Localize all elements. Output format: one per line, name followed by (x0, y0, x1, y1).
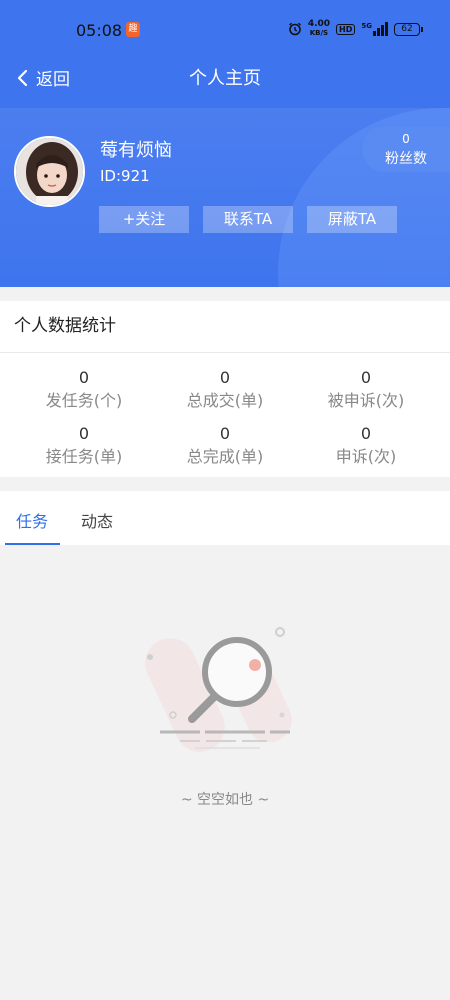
tab-activity[interactable]: 动态 (81, 508, 113, 532)
profile-actions: +关注 联系TA 屏蔽TA (99, 206, 397, 233)
fans-label: 粉丝数 (385, 151, 427, 167)
tab-tasks[interactable]: 任务 (16, 508, 48, 532)
stat-complaints: 0 申诉(次) (335, 424, 397, 466)
top-nav: 返回 个人主页 (0, 56, 450, 100)
signal-icon: 5G (361, 22, 388, 36)
status-bar: 05:08 趣 4.00 KB/S HD 5G 62 (0, 0, 450, 56)
page-title: 个人主页 (189, 68, 261, 89)
stats-title: 个人数据统计 (0, 301, 450, 353)
user-id: ID:921 (100, 167, 150, 185)
status-time: 05:08 (76, 21, 123, 40)
avatar[interactable] (14, 136, 85, 207)
stat-total-deals: 0 总成交(单) (186, 368, 264, 410)
fans-count-badge[interactable]: 0 粉丝数 (362, 126, 450, 172)
block-button[interactable]: 屏蔽TA (307, 206, 397, 233)
fans-count: 0 (402, 132, 410, 146)
profile-card: 莓有烦恼 ID:921 0 粉丝数 +关注 联系TA 屏蔽TA (0, 108, 450, 288)
alarm-icon (288, 22, 301, 36)
magnifier-illustration-icon (145, 627, 295, 752)
contact-button[interactable]: 联系TA (203, 206, 293, 233)
battery-icon: 62 (394, 22, 423, 36)
content-tabs: 任务 动态 (0, 491, 450, 545)
stat-accepted-tasks: 0 接任务(单) (45, 424, 123, 466)
stat-complained: 0 被申诉(次) (327, 368, 405, 410)
user-name: 莓有烦恼 (100, 140, 172, 161)
empty-state: ~ 空空如也 ~ (0, 545, 450, 1000)
app-notification-icon: 趣 (126, 22, 140, 37)
empty-state-text: ~ 空空如也 ~ (180, 792, 270, 808)
hd-icon: HD (336, 23, 356, 35)
stat-total-completed: 0 总完成(单) (186, 424, 264, 466)
stats-panel: 个人数据统计 0 发任务(个) 0 总成交(单) 0 被申诉(次) 0 接任务(… (0, 301, 450, 477)
stat-published-tasks: 0 发任务(个) (45, 368, 123, 410)
status-icons: 4.00 KB/S HD 5G 62 (288, 19, 423, 38)
follow-button[interactable]: +关注 (99, 206, 189, 233)
net-speed: 4.00 KB/S (307, 19, 331, 38)
